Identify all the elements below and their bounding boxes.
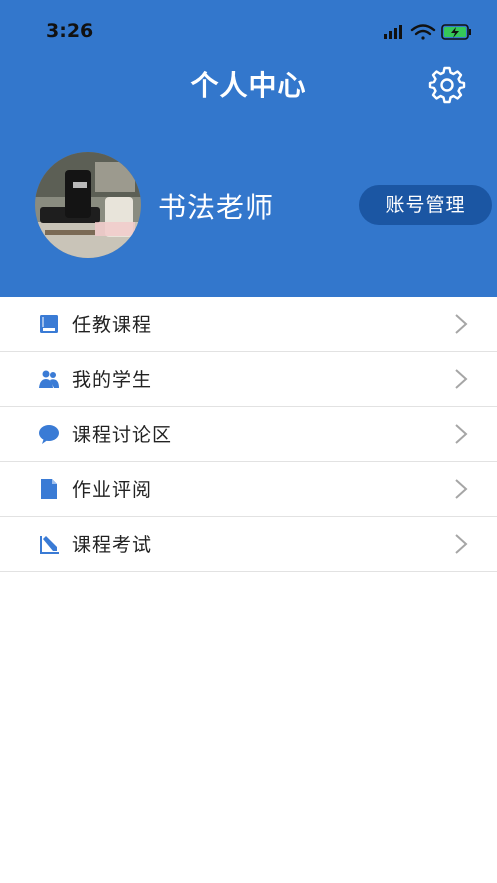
menu-item-label: 作业评阅: [72, 479, 153, 501]
menu-item-label: 课程讨论区: [72, 424, 173, 446]
status-time: 3:26: [46, 20, 94, 42]
menu-item-discussion[interactable]: 课程讨论区: [0, 407, 497, 462]
pencil-edit-icon: [40, 536, 59, 554]
settings-gear-icon[interactable]: [428, 66, 466, 104]
chevron-right-icon: [455, 424, 468, 444]
menu-item-students[interactable]: 我的学生: [0, 352, 497, 407]
book-icon: [40, 315, 58, 333]
chat-bubble-icon: [39, 425, 59, 444]
menu-item-homework[interactable]: 作业评阅: [0, 462, 497, 517]
battery-icon: [441, 24, 471, 40]
menu-item-label: 任教课程: [72, 314, 153, 336]
page-title: 个人中心: [190, 69, 307, 102]
chevron-right-icon: [455, 479, 468, 499]
document-icon: [41, 479, 57, 499]
menu-item-label: 课程考试: [72, 534, 153, 556]
chevron-right-icon: [455, 369, 468, 389]
menu-item-label: 我的学生: [72, 369, 153, 391]
status-indicators: [384, 24, 471, 40]
account-management-button[interactable]: 账号管理: [359, 185, 492, 225]
menu-item-courses[interactable]: 任教课程: [0, 297, 497, 352]
chevron-right-icon: [455, 314, 468, 334]
menu-item-exam[interactable]: 课程考试: [0, 517, 497, 572]
signal-icon: [384, 25, 402, 39]
profile-header: 3:26 个人中心 书法老师 账号管理: [0, 0, 497, 297]
people-icon: [39, 370, 59, 388]
username: 书法老师: [158, 191, 275, 224]
wifi-icon: [410, 24, 436, 40]
avatar[interactable]: [35, 152, 141, 258]
chevron-right-icon: [455, 534, 468, 554]
menu-list: 任教课程 我的学生 课程讨论区 作业评阅 课程考试: [0, 297, 497, 572]
